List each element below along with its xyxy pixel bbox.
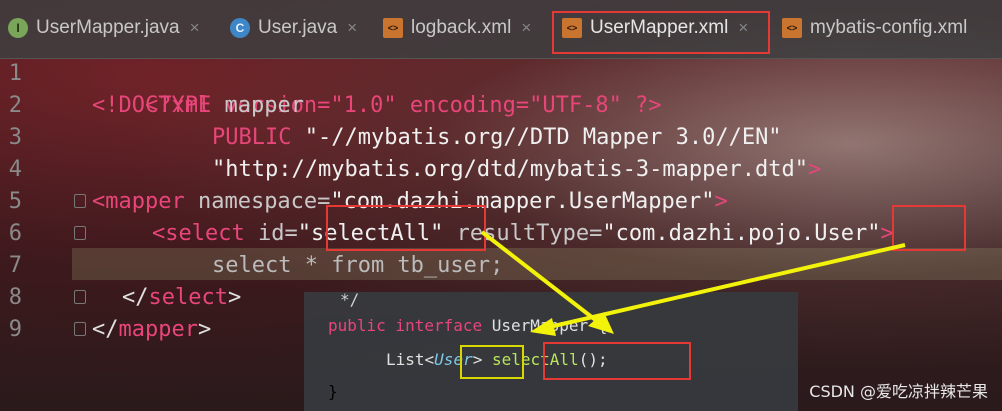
arrow-line-id-to-method — [480, 230, 604, 327]
arrow-line-type-to-generic — [544, 243, 906, 330]
arrow-head — [530, 318, 556, 336]
csdn-watermark: CSDN @爱吃凉拌辣芒果 — [809, 382, 988, 401]
annotation-arrows — [480, 230, 906, 336]
